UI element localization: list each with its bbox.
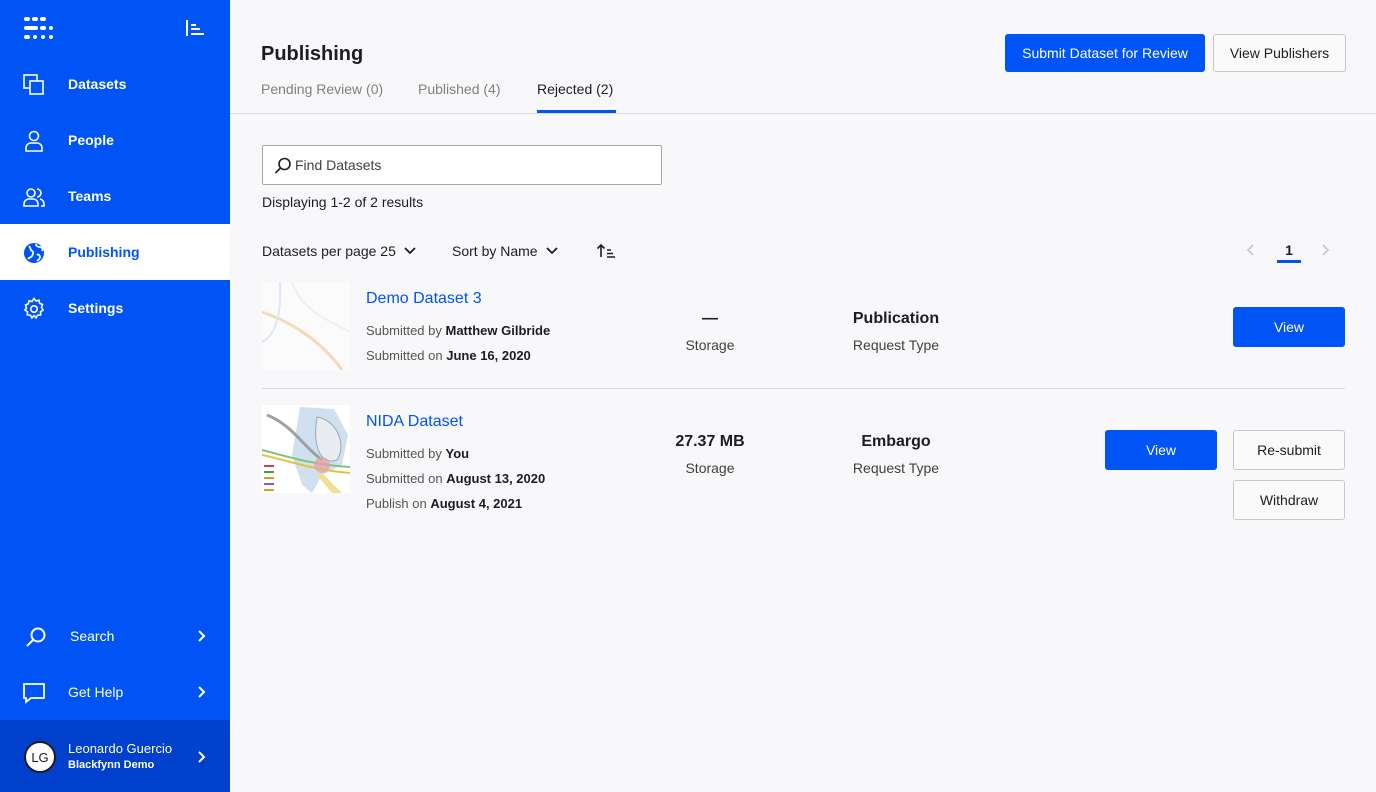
storage-label: Storage bbox=[685, 337, 735, 353]
sidebar-item-get-help[interactable]: Get Help bbox=[0, 664, 230, 720]
sort-dropdown[interactable]: Sort by Name bbox=[452, 243, 558, 259]
sidebar-item-label: Datasets bbox=[68, 76, 127, 92]
sidebar-item-search[interactable]: Search bbox=[0, 608, 230, 664]
dataset-title[interactable]: NIDA Dataset bbox=[366, 413, 463, 431]
dataset-thumbnail-image bbox=[262, 405, 350, 493]
sidebar-item-label: Search bbox=[70, 628, 115, 644]
submitted-by-value: You bbox=[445, 446, 470, 461]
user-org: Blackfynn Demo bbox=[68, 759, 155, 771]
gear-icon bbox=[23, 297, 45, 320]
chevron-right-icon bbox=[198, 751, 206, 763]
chevron-right-icon bbox=[198, 630, 206, 642]
dataset-thumbnail[interactable] bbox=[262, 405, 350, 493]
storage-value: 27.37 MB bbox=[675, 433, 745, 450]
user-menu[interactable]: LG Leonardo Guercio Blackfynn Demo bbox=[0, 720, 230, 792]
sidebar-item-label: People bbox=[68, 132, 114, 148]
sidebar-item-label: Publishing bbox=[68, 244, 140, 260]
view-button[interactable]: View bbox=[1105, 430, 1217, 470]
active-tab-indicator bbox=[537, 110, 616, 113]
submitted-by: Submitted by Matthew Gilbride bbox=[366, 323, 550, 338]
submitted-on-label: Submitted on bbox=[366, 471, 443, 486]
sidebar-item-publishing[interactable]: Publishing bbox=[0, 224, 230, 280]
next-page-icon[interactable] bbox=[1319, 244, 1331, 256]
sidebar-item-settings[interactable]: Settings bbox=[0, 280, 230, 336]
user-name: Leonardo Guercio bbox=[68, 741, 173, 756]
submitted-by-label: Submitted by bbox=[366, 323, 442, 338]
sidebar: Datasets People Teams Publishing Setting… bbox=[0, 0, 230, 792]
submitted-by: Submitted by You bbox=[366, 446, 469, 461]
request-type-label: Request Type bbox=[852, 337, 940, 353]
submitted-on-value: August 13, 2020 bbox=[446, 471, 546, 486]
tab-rejected[interactable]: Rejected (2) bbox=[537, 81, 613, 97]
chevron-down-icon bbox=[404, 247, 416, 255]
chat-icon bbox=[23, 683, 45, 704]
dataset-thumbnail-image bbox=[262, 282, 350, 370]
request-type-label: Request Type bbox=[852, 460, 940, 476]
submitted-by-label: Submitted by bbox=[366, 446, 442, 461]
storage-value: — bbox=[702, 310, 718, 327]
submit-dataset-button[interactable]: Submit Dataset for Review bbox=[1005, 34, 1205, 72]
request-type-value: Publication bbox=[852, 310, 940, 327]
logo-icon[interactable] bbox=[24, 17, 54, 39]
chevron-down-icon bbox=[545, 247, 558, 255]
submitted-by-value: Matthew Gilbride bbox=[445, 323, 551, 338]
sidebar-item-datasets[interactable]: Datasets bbox=[0, 56, 230, 112]
row-divider bbox=[262, 388, 1345, 389]
globe-icon bbox=[24, 243, 44, 263]
sort-label: Sort by Name bbox=[452, 243, 538, 259]
view-button[interactable]: View bbox=[1233, 307, 1345, 347]
sort-direction-icon[interactable] bbox=[596, 243, 616, 259]
sidebar-item-label: Teams bbox=[68, 188, 112, 204]
page-title: Publishing bbox=[261, 43, 364, 65]
current-page-indicator bbox=[1277, 260, 1301, 263]
publish-on: Publish on August 4, 2021 bbox=[366, 496, 522, 511]
dataset-thumbnail[interactable] bbox=[262, 282, 350, 370]
sidebar-item-teams[interactable]: Teams bbox=[0, 168, 230, 224]
submitted-on: Submitted on June 16, 2020 bbox=[366, 348, 531, 363]
view-publishers-button[interactable]: View Publishers bbox=[1213, 34, 1346, 72]
results-count: Displaying 1-2 of 2 results bbox=[262, 194, 424, 210]
submitted-on-value: June 16, 2020 bbox=[446, 348, 531, 363]
sidebar-item-label: Get Help bbox=[68, 684, 124, 700]
person-icon bbox=[25, 130, 43, 152]
chevron-right-icon bbox=[198, 686, 206, 698]
withdraw-button[interactable]: Withdraw bbox=[1233, 480, 1345, 520]
teams-icon bbox=[23, 188, 45, 207]
per-page-label: Datasets per page 25 bbox=[262, 243, 396, 259]
submitted-on: Submitted on August 13, 2020 bbox=[366, 471, 545, 486]
collapse-sidebar-icon[interactable] bbox=[186, 20, 204, 36]
search-field[interactable] bbox=[262, 145, 662, 185]
sidebar-header bbox=[0, 0, 230, 56]
page-number[interactable]: 1 bbox=[1277, 242, 1301, 258]
prev-page-icon[interactable] bbox=[1245, 244, 1257, 256]
search-icon bbox=[26, 627, 46, 647]
sidebar-item-people[interactable]: People bbox=[0, 112, 230, 168]
tab-pending-review[interactable]: Pending Review (0) bbox=[261, 81, 383, 97]
search-icon bbox=[274, 157, 291, 174]
dataset-title[interactable]: Demo Dataset 3 bbox=[366, 290, 482, 308]
per-page-dropdown[interactable]: Datasets per page 25 bbox=[262, 243, 416, 259]
avatar: LG bbox=[24, 741, 56, 773]
publish-on-value: August 4, 2021 bbox=[430, 496, 523, 511]
datasets-icon bbox=[23, 74, 44, 95]
submitted-on-label: Submitted on bbox=[366, 348, 443, 363]
request-type-value: Embargo bbox=[861, 433, 931, 450]
publish-on-label: Publish on bbox=[366, 496, 427, 511]
sidebar-item-label: Settings bbox=[68, 300, 124, 316]
search-input[interactable] bbox=[295, 146, 655, 184]
resubmit-button[interactable]: Re-submit bbox=[1233, 430, 1345, 470]
tab-published[interactable]: Published (4) bbox=[418, 81, 501, 97]
page-header: Publishing Pending Review (0) Published … bbox=[230, 0, 1376, 114]
storage-label: Storage bbox=[685, 460, 735, 476]
